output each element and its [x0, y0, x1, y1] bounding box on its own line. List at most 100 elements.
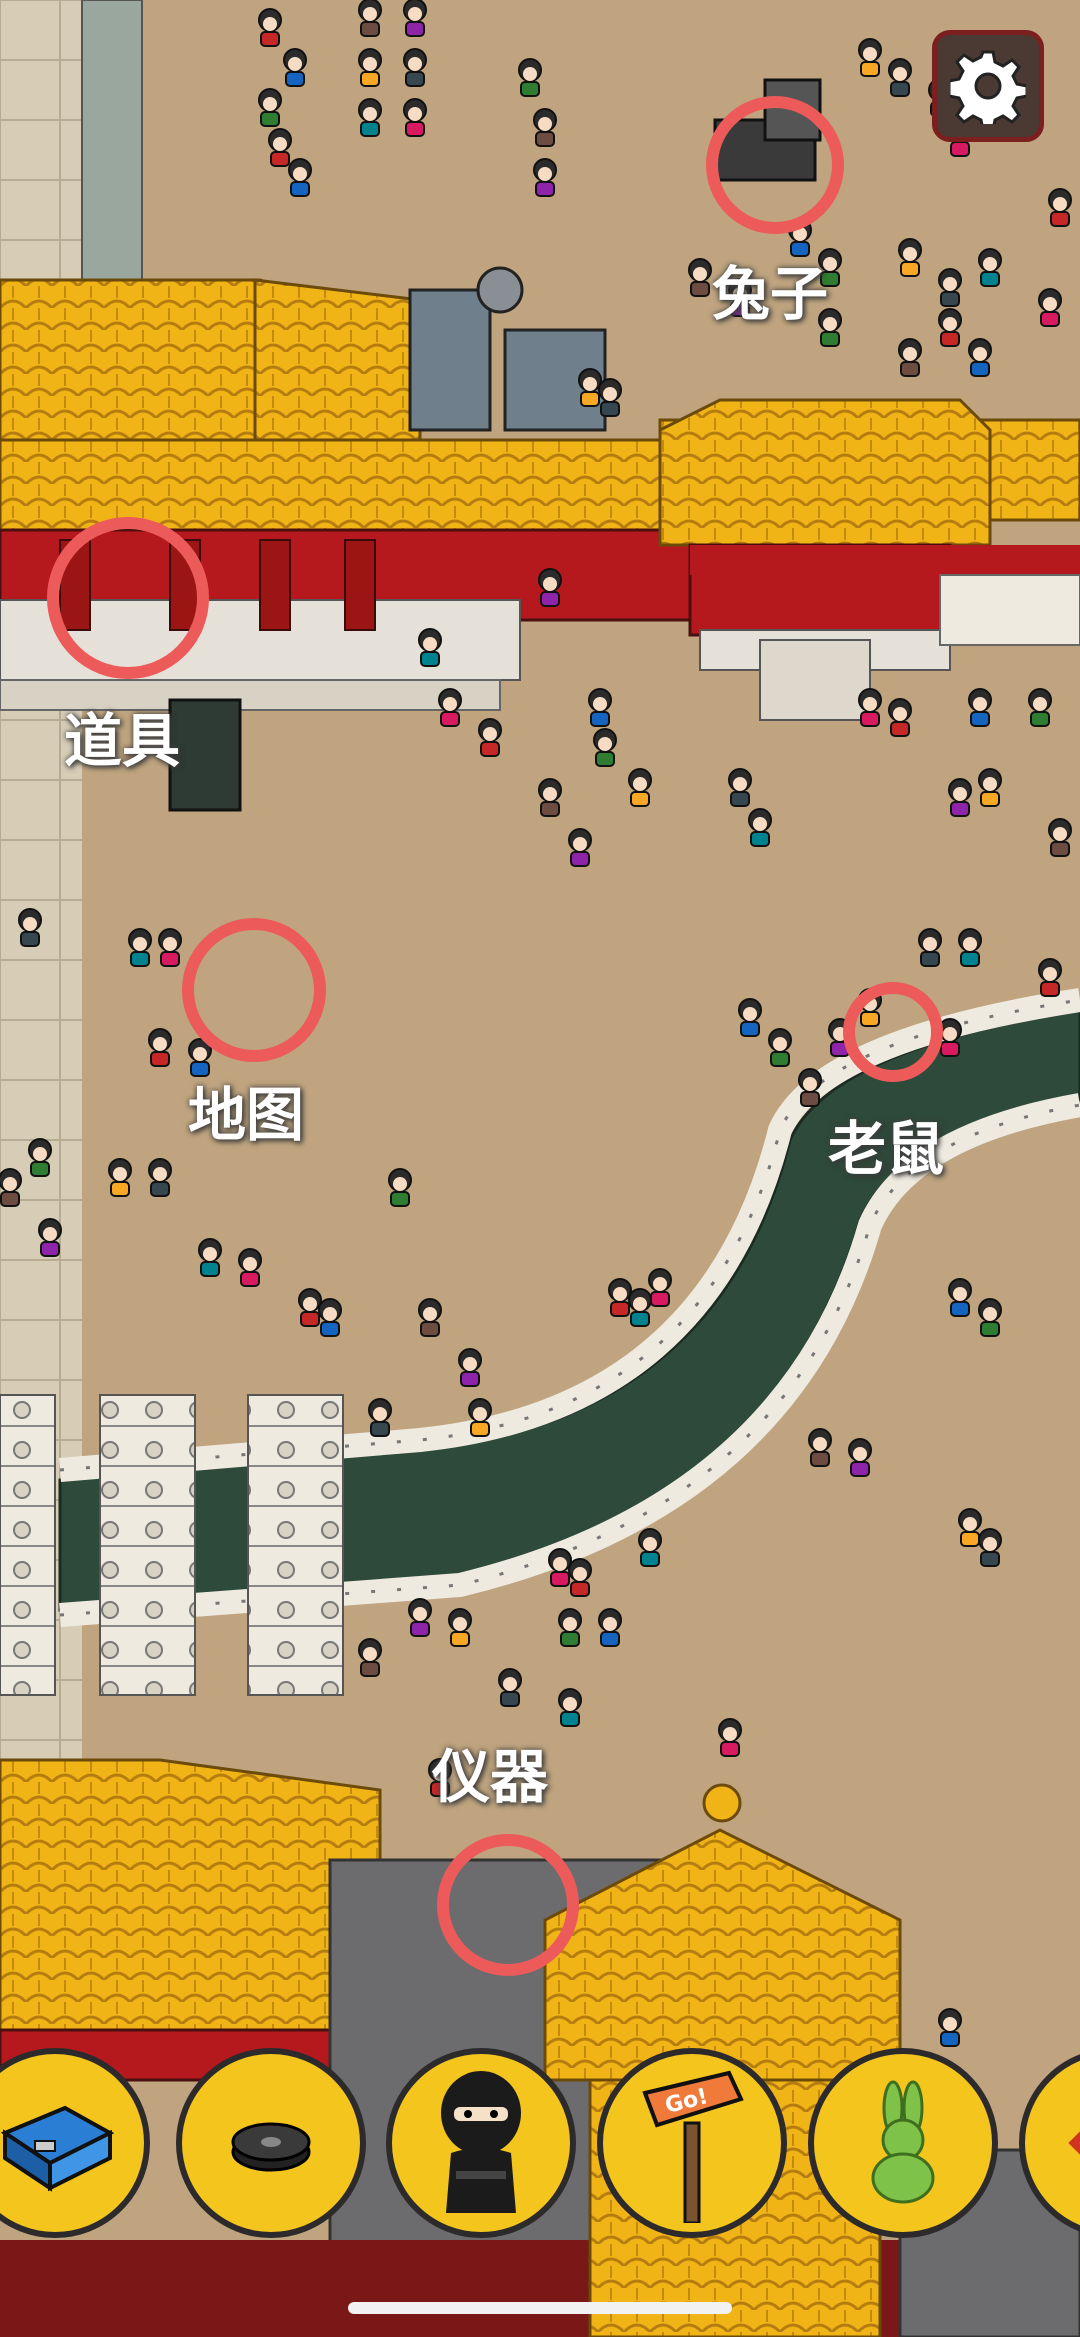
tourist — [498, 1668, 522, 1707]
label-map: 地图 — [188, 1081, 305, 1149]
tourist — [898, 338, 922, 377]
tourist — [533, 158, 557, 197]
tourist — [283, 48, 307, 87]
tool-slot-puck[interactable] — [176, 2048, 366, 2238]
home-indicator[interactable] — [348, 2302, 732, 2314]
toolbox-icon — [0, 2105, 115, 2192]
warning-sign-icon — [1068, 2131, 1080, 2155]
tourist — [958, 928, 982, 967]
tourist — [808, 1428, 832, 1467]
tool-slot-warning-sign[interactable] — [1019, 2048, 1080, 2238]
tourist — [318, 1298, 342, 1337]
tourist — [538, 778, 562, 817]
settings-button[interactable] — [932, 30, 1044, 142]
tourist — [578, 368, 602, 407]
tool-slot-jade-rabbit[interactable] — [808, 2048, 998, 2238]
label-mouse: 老鼠 — [828, 1115, 945, 1183]
tourist — [1048, 818, 1072, 857]
tourist — [968, 688, 992, 727]
tourist — [978, 1298, 1002, 1337]
tourist — [848, 1438, 872, 1477]
tourist — [978, 248, 1002, 287]
go-signpost-icon: Go! — [642, 2070, 744, 2223]
tourist — [358, 1638, 382, 1677]
tourist — [568, 828, 592, 867]
tourist — [468, 1398, 492, 1437]
tourist — [938, 268, 962, 307]
tourist — [478, 718, 502, 757]
tourist — [238, 1248, 262, 1287]
tourist — [888, 698, 912, 737]
tourist — [198, 1238, 222, 1277]
tourist — [28, 1138, 52, 1177]
tourist — [558, 1688, 582, 1727]
tourist — [938, 308, 962, 347]
label-instrument: 仪器 — [432, 1743, 549, 1811]
tourist — [268, 128, 292, 167]
tourist — [448, 1608, 472, 1647]
tourist — [388, 1168, 412, 1207]
tourist — [918, 928, 942, 967]
gear-icon — [950, 50, 1026, 124]
tourist — [403, 48, 427, 87]
tourist — [418, 628, 442, 667]
tourist — [403, 98, 427, 137]
tourist — [1038, 288, 1062, 327]
tourist — [958, 1508, 982, 1547]
tourist — [148, 1158, 172, 1197]
tourist — [628, 1288, 652, 1327]
tourist — [588, 688, 612, 727]
tourist — [608, 1278, 632, 1317]
tourist — [518, 58, 542, 97]
tourist — [858, 688, 882, 727]
tourist — [948, 1278, 972, 1317]
tourist — [718, 1718, 742, 1757]
label-prop: 道具 — [64, 707, 181, 775]
tourist — [978, 1528, 1002, 1567]
tourist — [533, 108, 557, 147]
tourist — [938, 2008, 962, 2047]
tool-slot-signpost[interactable]: Go! — [597, 2048, 787, 2238]
game-scene[interactable]: 兔子 道具 地图 老鼠 仪器 Go! — [0, 0, 1080, 2337]
tourist — [598, 378, 622, 417]
jade-rabbit-icon — [871, 2080, 935, 2204]
tourist — [898, 238, 922, 277]
tourist — [108, 1158, 132, 1197]
tourist — [593, 728, 617, 767]
tourist — [1048, 188, 1072, 227]
tourist — [403, 0, 427, 37]
tourist — [158, 928, 182, 967]
stone-column — [81, 0, 143, 281]
tourist — [948, 778, 972, 817]
tourist — [888, 58, 912, 97]
tourist — [978, 768, 1002, 807]
item-toolbar: Go! — [0, 2048, 1080, 2248]
tourist — [258, 88, 282, 127]
tourist — [748, 808, 772, 847]
tool-slot-ninja[interactable] — [386, 2048, 576, 2238]
tourist — [128, 928, 152, 967]
tourist — [148, 1028, 172, 1067]
bottom-left-palace — [0, 1758, 382, 2082]
tourist — [968, 338, 992, 377]
tourist — [38, 1218, 62, 1257]
lion-statue — [168, 698, 242, 812]
tourist — [798, 1068, 822, 1107]
tourist — [598, 1608, 622, 1647]
tourist — [728, 768, 752, 807]
tourist — [548, 1548, 572, 1587]
tourist — [648, 1268, 672, 1307]
tourist — [538, 568, 562, 607]
tourist — [358, 0, 382, 37]
tourist — [558, 1608, 582, 1647]
tourist — [288, 158, 312, 197]
tourist — [358, 98, 382, 137]
label-rabbit: 兔子 — [712, 260, 829, 328]
tool-slot-toolbox[interactable] — [0, 2048, 150, 2238]
tourist — [738, 998, 762, 1037]
tourist — [458, 1348, 482, 1387]
tourist — [408, 1598, 432, 1637]
tourist — [568, 1558, 592, 1597]
tourist — [418, 1298, 442, 1337]
tourist — [1028, 688, 1052, 727]
